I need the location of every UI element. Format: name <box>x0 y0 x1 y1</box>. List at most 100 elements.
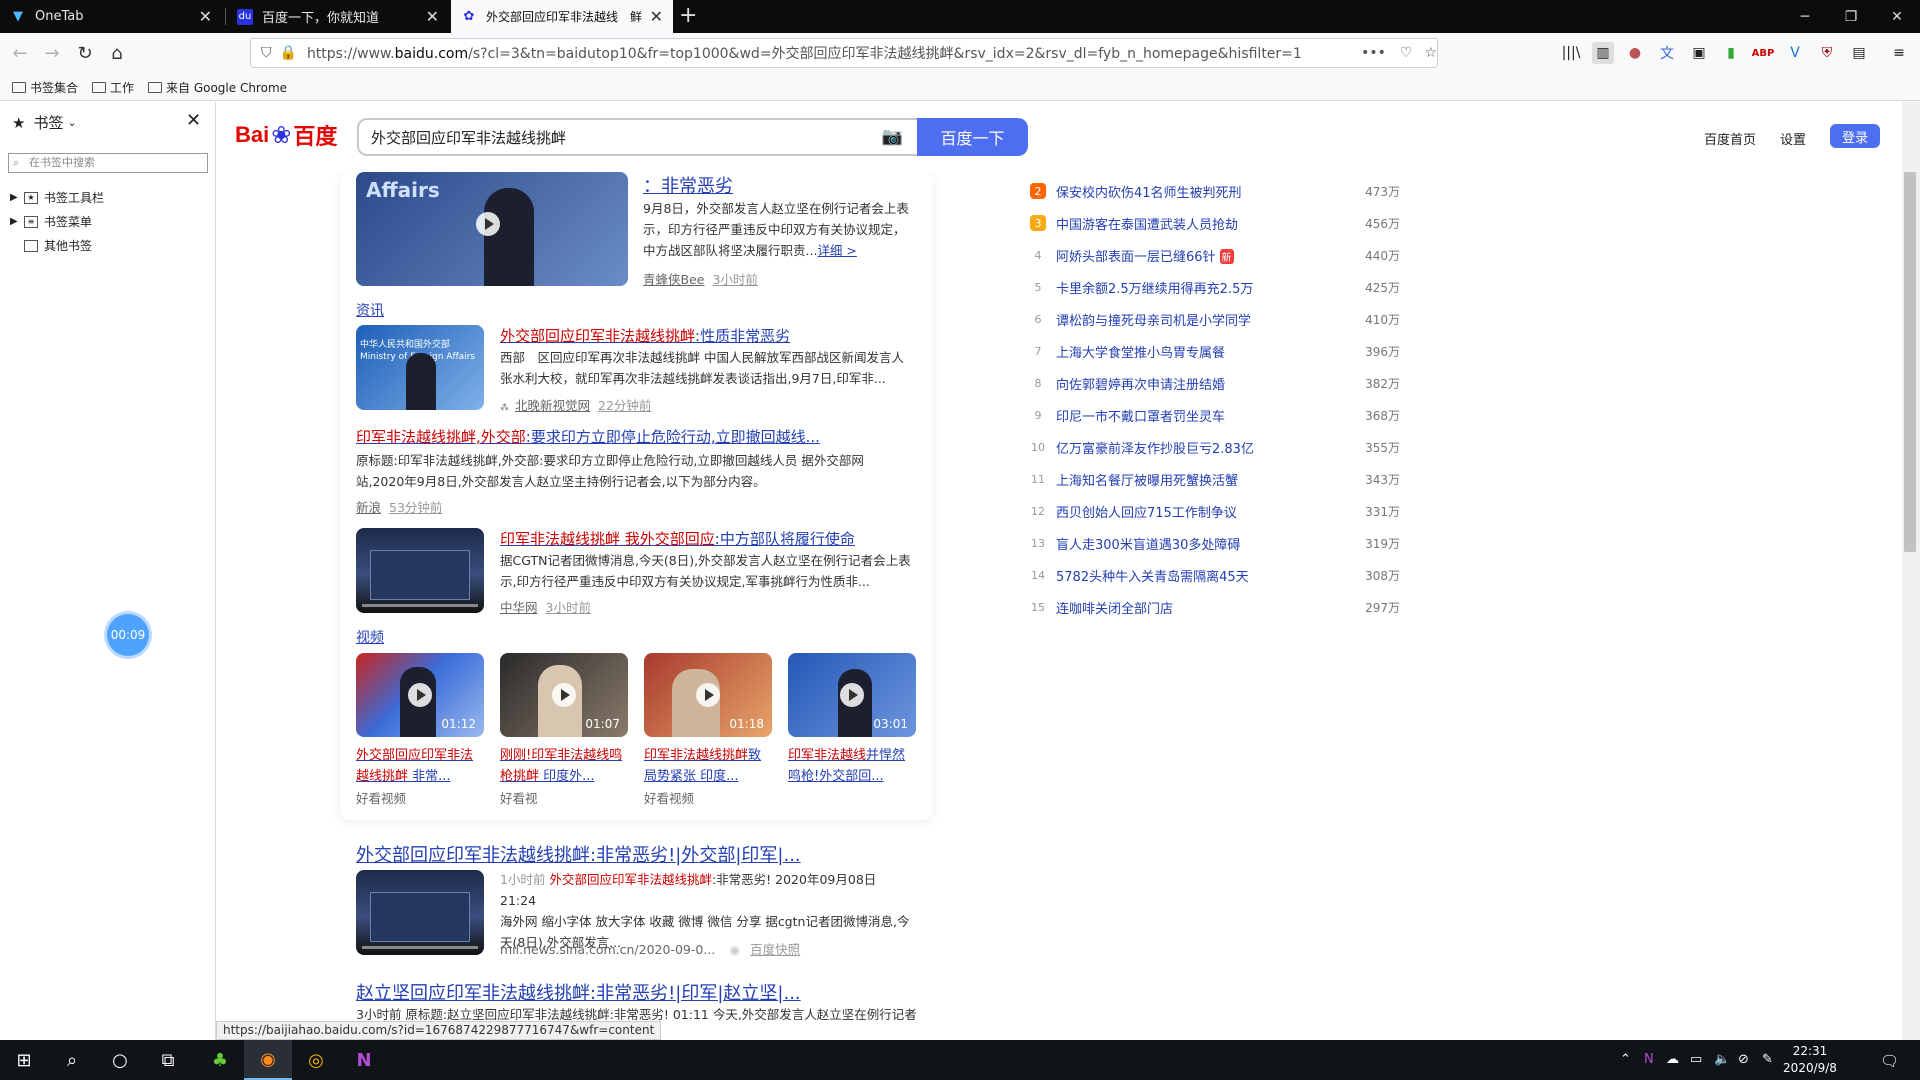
chevron-right-icon[interactable]: ▶ <box>10 192 24 203</box>
news1-title[interactable]: 外交部回应印军非法越线挑衅:性质非常恶劣 <box>500 325 790 346</box>
video4-thumbnail[interactable]: 03:01 <box>788 653 916 737</box>
bookmark-folder-work[interactable]: 工作 <box>92 79 134 96</box>
cache-link[interactable]: 百度快照 <box>750 942 800 957</box>
close-window-icon[interactable]: ✕ <box>1874 0 1920 33</box>
bookmark-folder-collection[interactable]: 书签集合 <box>12 79 78 96</box>
tab-search-result[interactable]: ✿ 外交部回应印军非法越线 鲜 ✕ <box>451 0 673 33</box>
close-tab-icon[interactable]: ✕ <box>650 7 663 26</box>
camera-icon[interactable]: 📷 <box>882 127 903 147</box>
extension-dark-icon[interactable]: ▤ <box>1848 42 1870 64</box>
baidu-home-link[interactable]: 百度首页 <box>1704 129 1756 148</box>
chevron-right-icon[interactable]: ▶ <box>10 216 24 227</box>
extension-mask-icon[interactable]: ▣ <box>1688 42 1710 64</box>
login-button[interactable]: 登录 <box>1830 124 1880 148</box>
result3-title[interactable]: 赵立坚回应印军非法越线挑衅:非常恶劣!|印军|赵立坚|... <box>356 979 801 1005</box>
search-input[interactable]: 外交部回应印军非法越线挑衅 📷 <box>357 118 917 156</box>
menu-hamburger-icon[interactable]: ≡ <box>1888 42 1910 64</box>
onenote-icon[interactable]: N <box>340 1040 388 1080</box>
home-icon[interactable]: ⌂ <box>105 41 129 65</box>
shield-icon[interactable]: ⛉ <box>261 45 272 61</box>
close-tab-icon[interactable]: ✕ <box>426 7 439 26</box>
tray-chevron-up-icon[interactable]: ⌃ <box>1620 1052 1631 1067</box>
page-actions-icon[interactable]: ••• <box>1361 45 1386 61</box>
extension-v-icon[interactable]: V <box>1784 42 1806 64</box>
news3-thumbnail[interactable] <box>356 528 484 613</box>
hot-item[interactable]: 15 连咖啡关闭全部门店 297万 <box>1030 597 1400 617</box>
clover-app-icon[interactable]: ♣ <box>196 1040 244 1080</box>
extension-avatar-icon[interactable]: ● <box>1624 42 1646 64</box>
play-icon[interactable] <box>696 683 720 707</box>
extension-green-icon[interactable]: ▮ <box>1720 42 1742 64</box>
scrollbar-thumb[interactable] <box>1904 172 1916 552</box>
bookmark-search-input[interactable]: ⌕ 在书签中搜索 <box>8 153 208 173</box>
translate-icon[interactable]: 文 <box>1656 42 1678 64</box>
firefox-icon[interactable]: ◉ <box>244 1040 292 1080</box>
sidebar-title[interactable]: ★ 书签 ⌄ <box>12 112 77 133</box>
sidebar-item-other[interactable]: 其他书签 <box>10 237 92 254</box>
source-link[interactable]: 青蜂侠Bee <box>643 272 704 287</box>
minimize-icon[interactable]: ─ <box>1782 0 1828 33</box>
tray-network-icon[interactable]: ▭ <box>1690 1052 1702 1067</box>
sidebar-item-menu[interactable]: ▶ ≡ 书签菜单 <box>10 213 92 230</box>
chrome-icon[interactable]: ◎ <box>292 1040 340 1080</box>
video2-title[interactable]: 刚刚!印军非法越线鸣枪挑衅 印度外... <box>500 745 628 787</box>
windows-start-icon[interactable]: ⊞ <box>0 1040 48 1080</box>
action-center-icon[interactable]: 🗨 <box>1880 1052 1899 1070</box>
news1-thumbnail[interactable]: 中华人民共和国外交部 Ministry of Foreign Affairs <box>356 325 484 410</box>
source-link[interactable]: 北晚新视觉网 <box>515 398 590 413</box>
pocket-icon[interactable]: ♡ <box>1400 45 1413 61</box>
more-link[interactable]: 详细 > <box>817 243 856 258</box>
source-link[interactable]: 中华网 <box>500 600 538 615</box>
settings-link[interactable]: 设置 <box>1780 129 1806 148</box>
tab-onetab[interactable]: ▼ OneTab ✕ <box>0 0 222 33</box>
bookmark-star-icon[interactable]: ☆ <box>1424 45 1437 61</box>
back-arrow-icon[interactable]: ← <box>8 41 32 65</box>
tab-baidu-home[interactable]: du 百度一下，你就知道 ✕ <box>227 0 449 33</box>
hot-item[interactable]: 3 中国游客在泰国遭武装人员抢劫 456万 <box>1030 213 1400 233</box>
time-link[interactable]: 3小时前 <box>546 600 591 615</box>
hot-item[interactable]: 5 卡里余额2.5万继续用得再充2.5万 425万 <box>1030 277 1401 297</box>
source-link[interactable]: 新浪 <box>356 500 381 515</box>
play-icon[interactable] <box>476 212 500 236</box>
hot-item[interactable]: 12 西贝创始人回应715工作制争议 331万 <box>1030 501 1400 521</box>
play-icon[interactable] <box>840 683 864 707</box>
recording-timer[interactable]: 00:09 <box>107 614 149 656</box>
hot-item[interactable]: 8 向佐郭碧婷再次申请注册结婚 382万 <box>1030 373 1401 393</box>
hot-item[interactable]: 7 上海大学食堂推小鸟胃专属餐 396万 <box>1030 341 1401 361</box>
hot-item[interactable]: 11 上海知名餐厅被曝用死蟹换活蟹 343万 <box>1030 469 1400 489</box>
forward-arrow-icon[interactable]: → <box>40 41 64 65</box>
hot-item[interactable]: 10 亿万富豪前泽友作抄股巨亏2.83亿 355万 <box>1030 437 1400 457</box>
top-video-title[interactable]: ：非常恶劣 <box>643 172 733 198</box>
library-icon[interactable]: |||\ <box>1560 42 1582 64</box>
tray-block-icon[interactable]: ⊘ <box>1738 1052 1749 1067</box>
result2-thumbnail[interactable] <box>356 870 484 955</box>
video4-title[interactable]: 印军非法越线并悍然鸣枪!外交部回... <box>788 745 916 787</box>
taskbar-clock[interactable]: 22:31 2020/9/8 <box>1780 1043 1840 1077</box>
sidebar-toggle-icon[interactable]: ▥ <box>1592 42 1614 64</box>
hot-item[interactable]: 14 5782头种牛入关青岛需隔离45天 308万 <box>1030 565 1400 585</box>
bookmark-folder-chrome[interactable]: 来自 Google Chrome <box>148 79 287 96</box>
video2-thumbnail[interactable]: 01:07 <box>500 653 628 737</box>
video3-thumbnail[interactable]: 01:18 <box>644 653 772 737</box>
restore-icon[interactable]: ❐ <box>1828 0 1874 33</box>
ublock-icon[interactable]: ⛨ <box>1816 42 1838 64</box>
hot-item[interactable]: 6 谭松韵与撞死母亲司机是小学同学 410万 <box>1030 309 1401 329</box>
url-bar[interactable]: ⛉ 🔒 https://www.baidu.com/s?cl=3&tn=baid… <box>250 38 1438 68</box>
new-tab-icon[interactable]: + <box>679 3 697 28</box>
time-link[interactable]: 53分钟前 <box>389 500 442 515</box>
hot-item[interactable]: 13 盲人走300米盲道遇30多处障碍 319万 <box>1030 533 1400 553</box>
lock-icon[interactable]: 🔒 <box>280 45 297 61</box>
cortana-icon[interactable]: ○ <box>96 1040 144 1080</box>
search-query-text[interactable]: 外交部回应印军非法越线挑衅 <box>371 127 882 148</box>
tray-cloud-icon[interactable]: ☁ <box>1666 1052 1679 1067</box>
news3-title[interactable]: 印军非法越线挑衅 我外交部回应:中方部队将履行使命 <box>500 528 855 549</box>
tray-onenote-icon[interactable]: N <box>1644 1052 1654 1067</box>
news-section-label[interactable]: 资讯 <box>356 300 384 320</box>
play-icon[interactable] <box>552 683 576 707</box>
video-section-label[interactable]: 视频 <box>356 627 384 647</box>
reload-icon[interactable]: ↻ <box>73 41 97 65</box>
close-icon[interactable]: ✕ <box>186 110 201 131</box>
url-text[interactable]: https://www.baidu.com/s?cl=3&tn=baidutop… <box>307 43 1343 63</box>
video3-title[interactable]: 印军非法越线挑衅致局势紧张 印度... <box>644 745 772 787</box>
tray-pen-icon[interactable]: ✎ <box>1762 1052 1773 1067</box>
